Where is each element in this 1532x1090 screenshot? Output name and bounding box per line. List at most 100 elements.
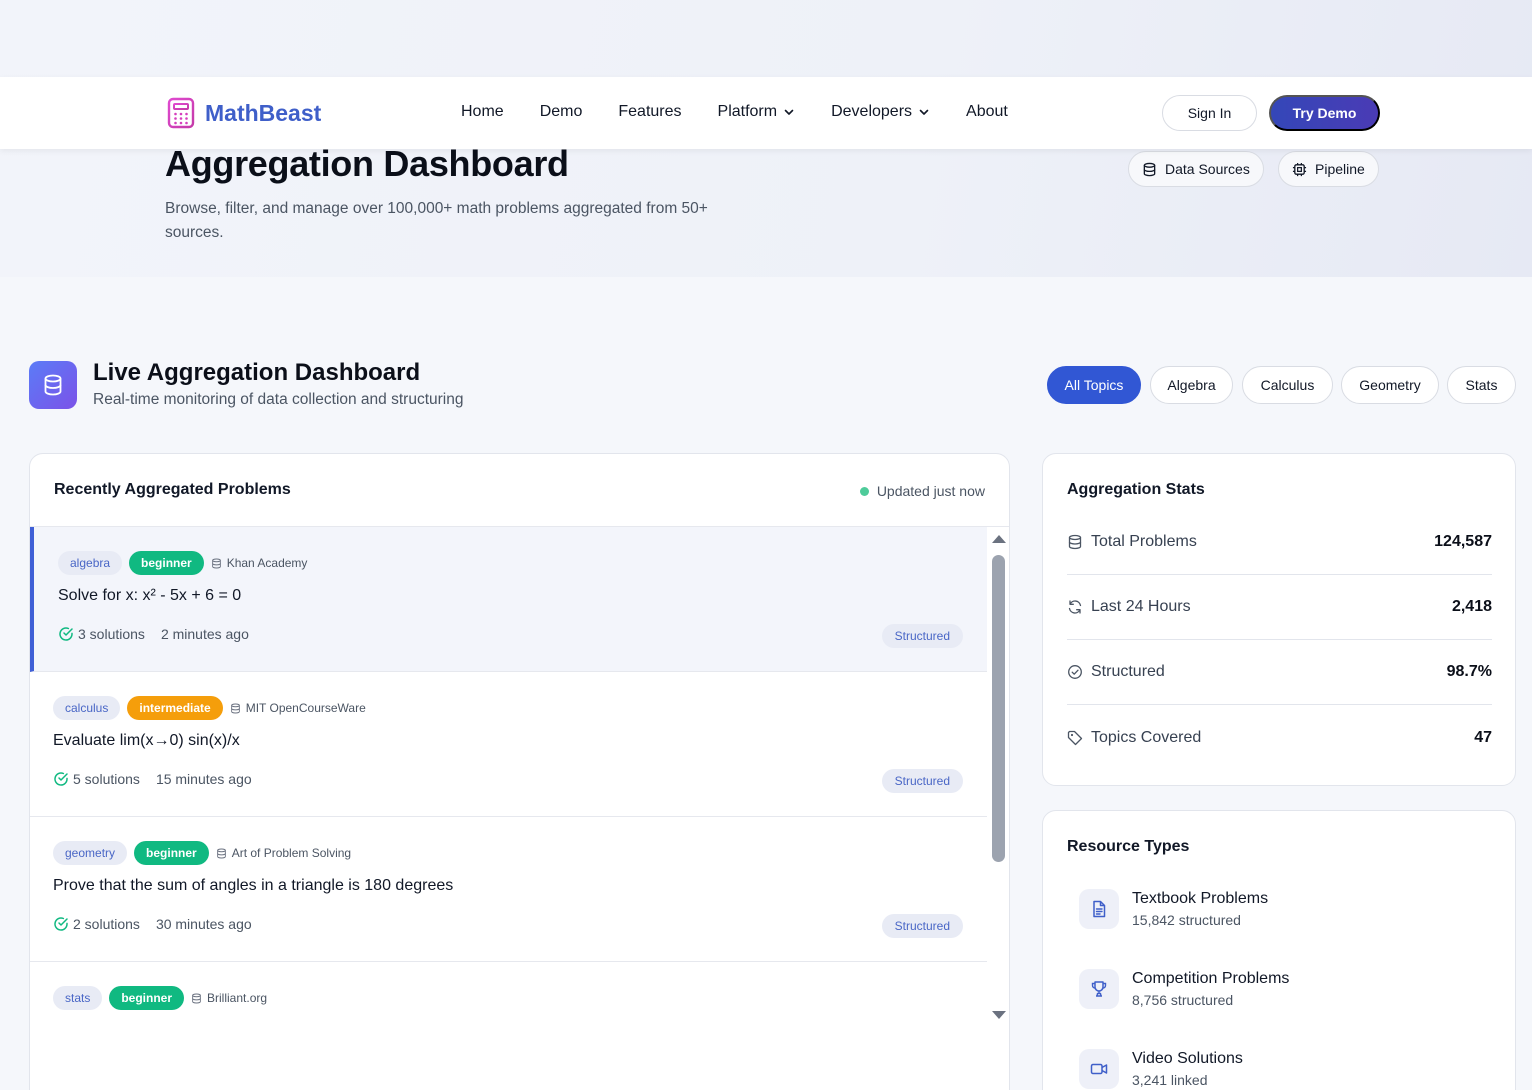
database-icon [192,993,201,1003]
nav-features[interactable]: Features [618,103,681,121]
database-icon [1068,534,1082,550]
logo[interactable]: MathBeast [167,97,321,129]
topic-geometry[interactable]: Geometry [1341,366,1439,404]
status-badge: Structured [881,914,963,938]
problem-item[interactable]: stats beginner Brilliant.org [30,962,987,1022]
problem-meta: 5 solutions 15 minutes ago [53,771,252,787]
problem-source: MIT OpenCourseWare [230,701,366,715]
update-status: Updated just now [859,483,985,499]
topic-algebra[interactable]: Algebra [1150,366,1233,404]
nav-links: Home Demo Features Platform Developers A… [461,103,1008,121]
problem-time: 2 minutes ago [160,626,249,642]
problem-source-label: MIT OpenCourseWare [245,701,366,715]
topic-tag[interactable]: stats [53,986,103,1010]
problem-time: 30 minutes ago [155,916,252,932]
solution-count-label: 3 solutions [78,626,145,642]
resource-video[interactable]: Video Solutions 3,241 linked [1079,1049,1243,1089]
stat-total-problems: Total Problems 124,587 [1067,510,1492,575]
card-title: Recently Aggregated Problems [54,481,291,498]
database-icon [216,848,226,858]
resource-name: Competition Problems [1132,970,1290,987]
resource-name: Video Solutions [1132,1050,1243,1067]
page-subtitle: Browse, filter, and manage over 100,000+… [165,200,708,241]
problem-item[interactable]: geometry beginner Art of Problem Solving… [30,817,987,962]
document-icon [1079,889,1119,929]
section-title: Live Aggregation Dashboard [93,359,421,386]
brand-name: MathBeast [205,99,322,126]
database-icon [1143,162,1156,176]
problem-list[interactable]: algebra beginner Khan Academy Solve for … [30,527,987,1022]
problem-question: Evaluate lim(x→0) sin(x)/x [53,732,240,749]
nav-demo-label: Demo [539,103,583,120]
solution-count: 3 solutions [58,626,145,642]
nav-platform[interactable]: Platform [718,103,796,121]
live-dot-icon [859,486,869,496]
database-icon [211,558,221,568]
topic-tag[interactable]: algebra [58,551,123,575]
sign-in-button[interactable]: Sign In [1162,95,1257,131]
card-header: Recently Aggregated Problems Updated jus… [30,454,1009,527]
scroll-thumb[interactable] [992,555,1005,862]
problem-item[interactable]: calculus intermediate MIT OpenCourseWare… [30,672,987,817]
resource-competition[interactable]: Competition Problems 8,756 structured [1079,969,1289,1009]
cpu-icon [1292,162,1307,176]
problem-meta: 3 solutions 2 minutes ago [58,626,249,642]
recent-problems-card: Recently Aggregated Problems Updated jus… [29,453,1010,1090]
nav-home[interactable]: Home [461,103,504,121]
nav-about-label: About [966,103,1008,120]
database-icon [230,703,240,713]
page-title: Aggregation Dashboard [165,143,569,184]
chevron-down-icon [784,109,794,115]
problem-tags: stats beginner Brilliant.org [53,986,267,1010]
problem-tags: calculus intermediate MIT OpenCourseWare [53,696,366,720]
nav-about[interactable]: About [966,103,1008,121]
stat-value: 2,418 [1451,598,1492,615]
problem-source: Art of Problem Solving [216,846,351,860]
nav-developers[interactable]: Developers [831,103,930,121]
topic-all[interactable]: All Topics [1047,366,1141,404]
problem-question: Prove that the sum of angles in a triang… [53,877,454,894]
topic-calculus[interactable]: Calculus [1242,366,1333,404]
solution-count-label: 5 solutions [73,771,140,787]
problem-tags: geometry beginner Art of Problem Solving [53,841,351,865]
topic-stats[interactable]: Stats [1447,366,1516,404]
try-demo-button[interactable]: Try Demo [1269,95,1380,131]
level-tag: beginner [129,551,204,575]
calculator-icon [167,97,195,129]
chevron-down-icon [919,109,929,115]
data-sources-button[interactable]: Data Sources [1128,151,1264,187]
solution-count: 2 solutions [53,916,140,932]
solution-count: 5 solutions [53,771,140,787]
problem-source-label: Brilliant.org [207,991,268,1005]
navbar: MathBeast Home Demo Features Platform De… [0,77,1532,149]
level-tag: beginner [109,986,185,1010]
nav-platform-label: Platform [717,103,778,120]
problem-source-label: Art of Problem Solving [231,846,352,860]
stat-label: Structured [1067,663,1165,681]
stat-label: Last 24 Hours [1067,598,1191,616]
stat-value: 98.7% [1446,663,1492,680]
stat-value: 124,587 [1434,533,1492,550]
card-title: Resource Types [1067,838,1190,855]
pipeline-button[interactable]: Pipeline [1278,151,1379,187]
section-subtitle: Real-time monitoring of data collection … [93,391,464,408]
tag-icon [1067,730,1083,745]
scroll-down-arrow-icon[interactable] [992,1011,1006,1019]
stat-structured: Structured 98.7% [1067,640,1492,705]
nav-demo[interactable]: Demo [540,103,583,121]
topic-tag[interactable]: calculus [53,696,121,720]
resource-textbook[interactable]: Textbook Problems 15,842 structured [1079,889,1268,929]
problem-question: Solve for x: x² - 5x + 6 = 0 [58,587,242,604]
nav-features-label: Features [618,103,682,120]
topic-tag[interactable]: geometry [53,841,128,865]
stat-topics-covered: Topics Covered 47 [1067,705,1492,770]
problem-source: Brilliant.org [191,991,267,1005]
status-badge: Structured [881,624,963,648]
scroll-up-arrow-icon[interactable] [992,535,1006,543]
problem-time: 15 minutes ago [155,771,252,787]
stat-label-text: Total Problems [1091,533,1197,550]
stat-label-text: Last 24 Hours [1091,598,1191,615]
check-circle-icon [54,772,68,786]
problem-item[interactable]: algebra beginner Khan Academy Solve for … [30,527,987,672]
scrollbar[interactable] [987,527,1009,1022]
